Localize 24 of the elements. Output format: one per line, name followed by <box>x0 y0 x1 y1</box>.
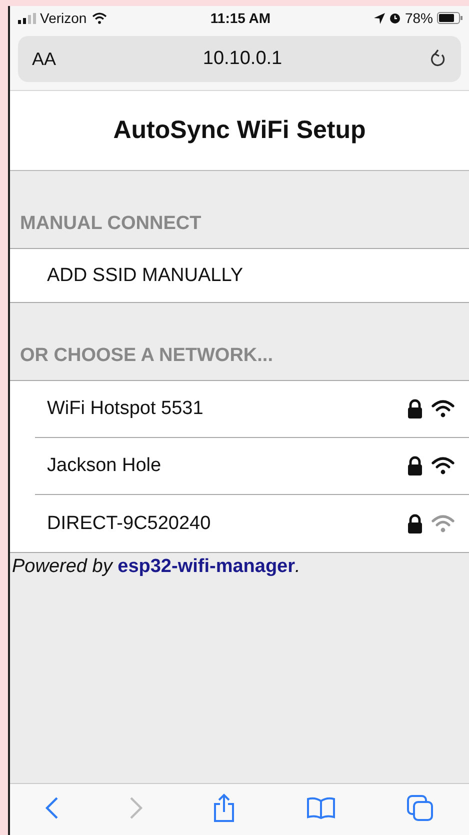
reload-icon[interactable] <box>428 49 447 69</box>
battery-icon <box>437 12 463 24</box>
cellular-signal-icon <box>18 12 36 24</box>
project-link[interactable]: esp32-wifi-manager <box>118 556 296 577</box>
wifi-icon <box>90 12 108 24</box>
battery-percent: 78% <box>404 10 433 26</box>
text-size-button[interactable]: AA <box>32 48 56 70</box>
carrier-name: Verizon <box>40 10 87 26</box>
section-heading: MANUAL CONNECT <box>20 213 202 235</box>
network-item[interactable]: Jackson Hole <box>35 438 469 495</box>
address-bar[interactable]: AA 10.10.0.1 <box>18 36 461 82</box>
clock-time: 11:15 AM <box>210 10 271 26</box>
network-name: DIRECT-9C520240 <box>47 512 211 534</box>
url-text: 10.10.0.1 <box>202 48 282 70</box>
network-name: Jackson Hole <box>47 455 162 477</box>
add-ssid-item[interactable]: ADD SSID MANUALLY <box>10 249 469 303</box>
footer-text: Powered by esp32-wifi-manager. <box>12 556 302 578</box>
alarm-icon <box>388 12 401 24</box>
page-title: AutoSync WiFi Setup <box>113 116 366 145</box>
location-arrow-icon <box>374 12 385 24</box>
network-item[interactable]: DIRECT-9C520240 <box>35 495 469 552</box>
network-item[interactable]: WiFi Hotspot 5531 <box>35 381 469 438</box>
network-name: WiFi Hotspot 5531 <box>47 398 204 420</box>
section-heading: OR CHOOSE A NETWORK... <box>20 345 273 367</box>
